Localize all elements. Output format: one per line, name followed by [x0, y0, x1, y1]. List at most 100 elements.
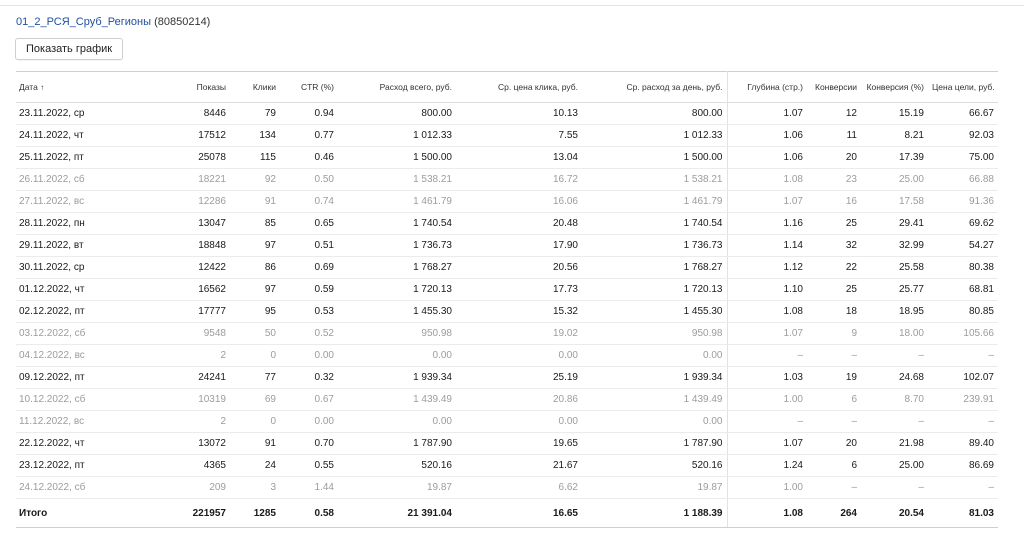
cell-clicks: 69: [230, 388, 280, 411]
cell-clicks: 86: [230, 256, 280, 279]
table-total-row: Итого 221957 1285 0.58 21 391.04 16.65 1 188.3…: [16, 498, 998, 528]
cell-cost-per-goal: 81.03: [928, 498, 998, 528]
col-header-clicks[interactable]: Клики: [230, 71, 280, 103]
cell-spend-total: 800.00: [338, 102, 456, 125]
col-header-cost-per-goal[interactable]: Цена цели, руб.: [928, 71, 998, 103]
cell-avg-daily-spend: 950.98: [582, 322, 728, 345]
cell-depth: 1.10: [727, 278, 807, 301]
cell-clicks: 97: [230, 278, 280, 301]
cell-avg-daily-spend: 1 939.34: [582, 366, 728, 389]
cell-depth: 1.06: [727, 124, 807, 147]
sort-asc-icon: ↑: [40, 83, 45, 92]
cell-conv-rate: 25.58: [861, 256, 928, 279]
cell-cost-per-goal: 80.38: [928, 256, 998, 279]
cell-date: 22.12.2022, чт: [16, 432, 146, 455]
cell-clicks: 0: [230, 410, 280, 433]
cell-conversions: 12: [807, 102, 861, 125]
cell-avg-cpc: 21.67: [456, 454, 582, 477]
cell-clicks: 1285: [230, 498, 280, 528]
campaign-name-link[interactable]: 01_2_РСЯ_Сруб_Регионы: [16, 16, 151, 28]
cell-avg-cpc: 7.55: [456, 124, 582, 147]
cell-avg-cpc: 6.62: [456, 476, 582, 499]
cell-conv-rate: 25.00: [861, 454, 928, 477]
col-header-ctr[interactable]: CTR (%): [280, 71, 338, 103]
cell-avg-daily-spend: 1 736.73: [582, 234, 728, 257]
show-chart-button[interactable]: Показать график: [15, 38, 124, 60]
table-row: 30.11.2022, ср 12422 86 0.69 1 768.27 20.56 1 …: [16, 256, 998, 279]
cell-avg-cpc: 13.04: [456, 146, 582, 169]
cell-depth: –: [727, 344, 807, 367]
cell-depth: 1.16: [727, 212, 807, 235]
cell-cost-per-goal: 86.69: [928, 454, 998, 477]
cell-conversions: 22: [807, 256, 861, 279]
cell-avg-cpc: 20.56: [456, 256, 582, 279]
cell-avg-daily-spend: 800.00: [582, 102, 728, 125]
cell-avg-cpc: 16.65: [456, 498, 582, 528]
cell-impressions: 8446: [146, 102, 230, 125]
cell-clicks: 97: [230, 234, 280, 257]
campaign-id: (80850214): [154, 16, 211, 28]
cell-cost-per-goal: –: [928, 410, 998, 433]
cell-avg-daily-spend: 1 720.13: [582, 278, 728, 301]
cell-cost-per-goal: 68.81: [928, 278, 998, 301]
cell-ctr: 0.32: [280, 366, 338, 389]
table-row: 27.11.2022, вс 12286 91 0.74 1 461.79 16.06 1 …: [16, 190, 998, 213]
cell-clicks: 91: [230, 190, 280, 213]
cell-depth: 1.00: [727, 476, 807, 499]
cell-avg-daily-spend: 1 439.49: [582, 388, 728, 411]
cell-impressions: 18848: [146, 234, 230, 257]
cell-ctr: 0.77: [280, 124, 338, 147]
cell-impressions: 12286: [146, 190, 230, 213]
cell-avg-cpc: 17.90: [456, 234, 582, 257]
cell-spend-total: 1 939.34: [338, 366, 456, 389]
cell-date: 09.12.2022, пт: [16, 366, 146, 389]
cell-cost-per-goal: –: [928, 344, 998, 367]
cell-ctr: 0.00: [280, 410, 338, 433]
cell-conversions: 23: [807, 168, 861, 191]
cell-impressions: 12422: [146, 256, 230, 279]
cell-avg-daily-spend: 19.87: [582, 476, 728, 499]
cell-impressions: 25078: [146, 146, 230, 169]
cell-cost-per-goal: 91.36: [928, 190, 998, 213]
cell-avg-daily-spend: 1 500.00: [582, 146, 728, 169]
cell-avg-cpc: 20.86: [456, 388, 582, 411]
cell-avg-daily-spend: 0.00: [582, 344, 728, 367]
col-header-spend-total[interactable]: Расход всего, руб.: [338, 71, 456, 103]
cell-impressions: 13072: [146, 432, 230, 455]
cell-conv-rate: 15.19: [861, 102, 928, 125]
cell-ctr: 0.51: [280, 234, 338, 257]
table-row: 28.11.2022, пн 13047 85 0.65 1 740.54 20.48 1 …: [16, 212, 998, 235]
report-header: 01_2_РСЯ_Сруб_Регионы (80850214): [16, 16, 210, 28]
cell-impressions: 13047: [146, 212, 230, 235]
cell-clicks: 50: [230, 322, 280, 345]
cell-avg-daily-spend: 1 461.79: [582, 190, 728, 213]
cell-spend-total: 1 787.90: [338, 432, 456, 455]
cell-conversions: 25: [807, 212, 861, 235]
cell-impressions: 17777: [146, 300, 230, 323]
top-divider: [0, 5, 1024, 6]
cell-avg-daily-spend: 1 188.39: [582, 498, 728, 528]
cell-clicks: 24: [230, 454, 280, 477]
cell-spend-total: 0.00: [338, 344, 456, 367]
cell-cost-per-goal: 80.85: [928, 300, 998, 323]
cell-conversions: –: [807, 410, 861, 433]
col-header-impressions[interactable]: Показы: [146, 71, 230, 103]
cell-avg-daily-spend: 1 012.33: [582, 124, 728, 147]
col-header-conversions[interactable]: Конверсии: [807, 71, 861, 103]
cell-spend-total: 19.87: [338, 476, 456, 499]
cell-ctr: 0.46: [280, 146, 338, 169]
cell-avg-daily-spend: 520.16: [582, 454, 728, 477]
cell-spend-total: 950.98: [338, 322, 456, 345]
col-header-date[interactable]: Дата ↑: [16, 71, 146, 103]
cell-cost-per-goal: 105.66: [928, 322, 998, 345]
cell-date: 27.11.2022, вс: [16, 190, 146, 213]
cell-depth: 1.03: [727, 366, 807, 389]
table-row: 11.12.2022, вс 2 0 0.00 0.00 0.00 0.00– – – –: [16, 410, 998, 433]
cell-conv-rate: 32.99: [861, 234, 928, 257]
col-header-avg-cpc[interactable]: Ср. цена клика, руб.: [456, 71, 582, 103]
col-header-depth[interactable]: Глубина (стр.): [727, 71, 807, 103]
cell-ctr: 0.52: [280, 322, 338, 345]
col-header-avg-daily-spend[interactable]: Ср. расход за день, руб.: [582, 71, 728, 103]
col-header-conv-rate[interactable]: Конверсия (%): [861, 71, 928, 103]
cell-depth: 1.07: [727, 190, 807, 213]
